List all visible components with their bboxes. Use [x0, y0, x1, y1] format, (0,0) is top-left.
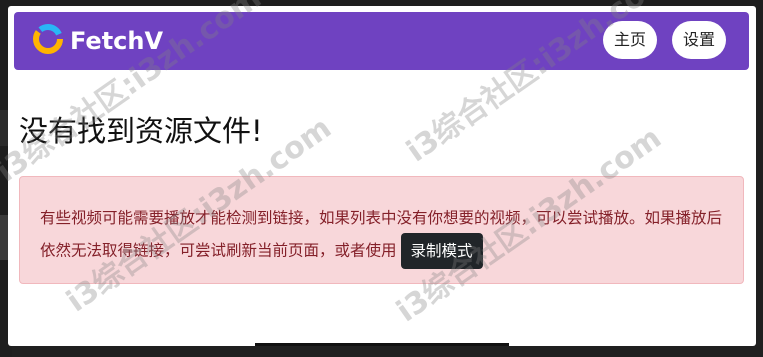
- home-button[interactable]: 主页: [603, 21, 658, 59]
- navbar: FetchV 主页 设置: [14, 12, 749, 70]
- settings-button[interactable]: 设置: [672, 21, 727, 59]
- page-title: 没有找到资源文件!: [19, 114, 263, 148]
- extension-popup: FetchV 主页 设置 没有找到资源文件! 有些视频可能需要播放才能检测到链接…: [8, 6, 756, 346]
- no-resources-alert: 有些视频可能需要播放才能检测到链接，如果列表中没有你想要的视频，可以尝试播放。如…: [19, 176, 744, 284]
- alert-message: 有些视频可能需要播放才能检测到链接，如果列表中没有你想要的视频，可以尝试播放。如…: [40, 209, 723, 260]
- record-mode-button[interactable]: 录制模式: [400, 233, 483, 269]
- fetchv-logo-icon: [32, 23, 64, 59]
- brand[interactable]: FetchV: [32, 23, 164, 59]
- brand-name: FetchV: [70, 27, 164, 55]
- bottom-bar: [255, 343, 509, 346]
